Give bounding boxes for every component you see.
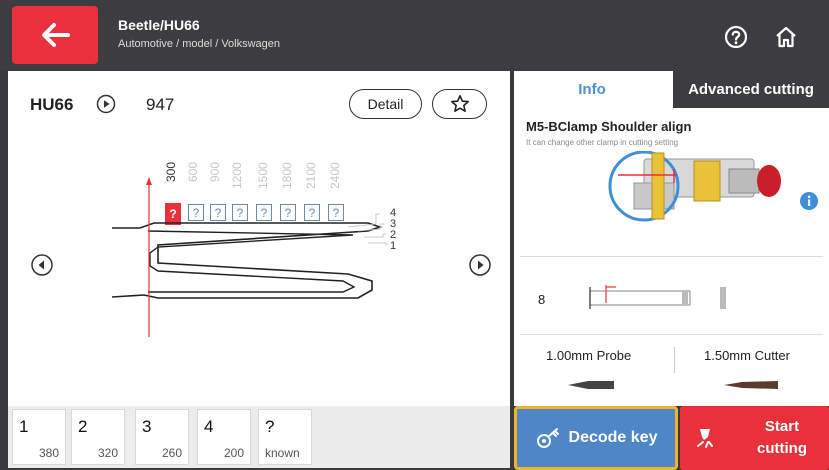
info-panel: Info Advanced cutting M5-BClamp Shoulder… [514,71,829,406]
cut-number: 2 [78,417,88,436]
tab-advanced-cutting[interactable]: Advanced cutting [673,71,829,108]
cut-number: 4 [204,417,214,436]
decode-key-button[interactable]: Decode key [514,406,678,470]
cut-value: 200 [223,446,244,460]
tab-info[interactable]: Info [514,71,670,108]
track-number: 1 [390,240,397,252]
cut-value: 380 [38,446,59,460]
divider [674,347,675,373]
cut-card[interactable]: 3 260 [135,409,189,465]
key-visual-panel: HU66 947 Detail 300 600 900 1200 1500 18… [8,71,510,406]
key-blade-diagram [111,177,388,337]
cut-card[interactable]: ? known [258,409,312,465]
clamp-title: M5-BClamp Shoulder align [526,119,692,134]
probe-number: 8 [538,292,546,307]
info-icon[interactable] [799,191,819,211]
home-icon[interactable] [773,24,799,50]
key-gear-icon [536,428,559,448]
clamp-illustration [608,151,781,222]
top-bar: Beetle/HU66 Automotive / model / Volkswa… [0,0,829,70]
divider [520,334,823,335]
cut-value: known [265,446,300,460]
cut-number: 3 [142,417,152,436]
probe-icon [568,381,614,389]
start-cutting-label: Start cutting [757,418,807,457]
probe-alignment-diagram [589,285,726,309]
breadcrumb: Automotive / model / Volkswagen [118,38,281,50]
cutter-label: 1.50mm Cutter [704,348,790,363]
cutter-icon [724,381,778,389]
clamp-subtitle: It can change other clamp in cutting set… [526,138,679,147]
start-cutting-button[interactable]: Start cutting [680,406,829,470]
cut-value: 260 [161,446,182,460]
cutter-icon [697,429,713,448]
cut-number: ? [265,417,275,436]
cut-values-bar: 1 380 2 320 3 260 4 200 ? known [8,406,510,468]
probe-label: 1.00mm Probe [546,348,632,363]
arrow-left-icon [42,23,70,47]
help-circle-icon[interactable] [723,24,749,50]
back-button[interactable] [12,6,98,64]
cut-value: 320 [97,446,118,460]
cut-number: 1 [19,417,29,436]
cut-card[interactable]: 1 380 [12,409,66,465]
cut-card[interactable]: 4 200 [197,409,251,465]
page-title: Beetle/HU66 [118,17,200,33]
decode-key-label: Decode key [568,429,658,446]
cut-card[interactable]: 2 320 [71,409,125,465]
divider [520,256,823,257]
